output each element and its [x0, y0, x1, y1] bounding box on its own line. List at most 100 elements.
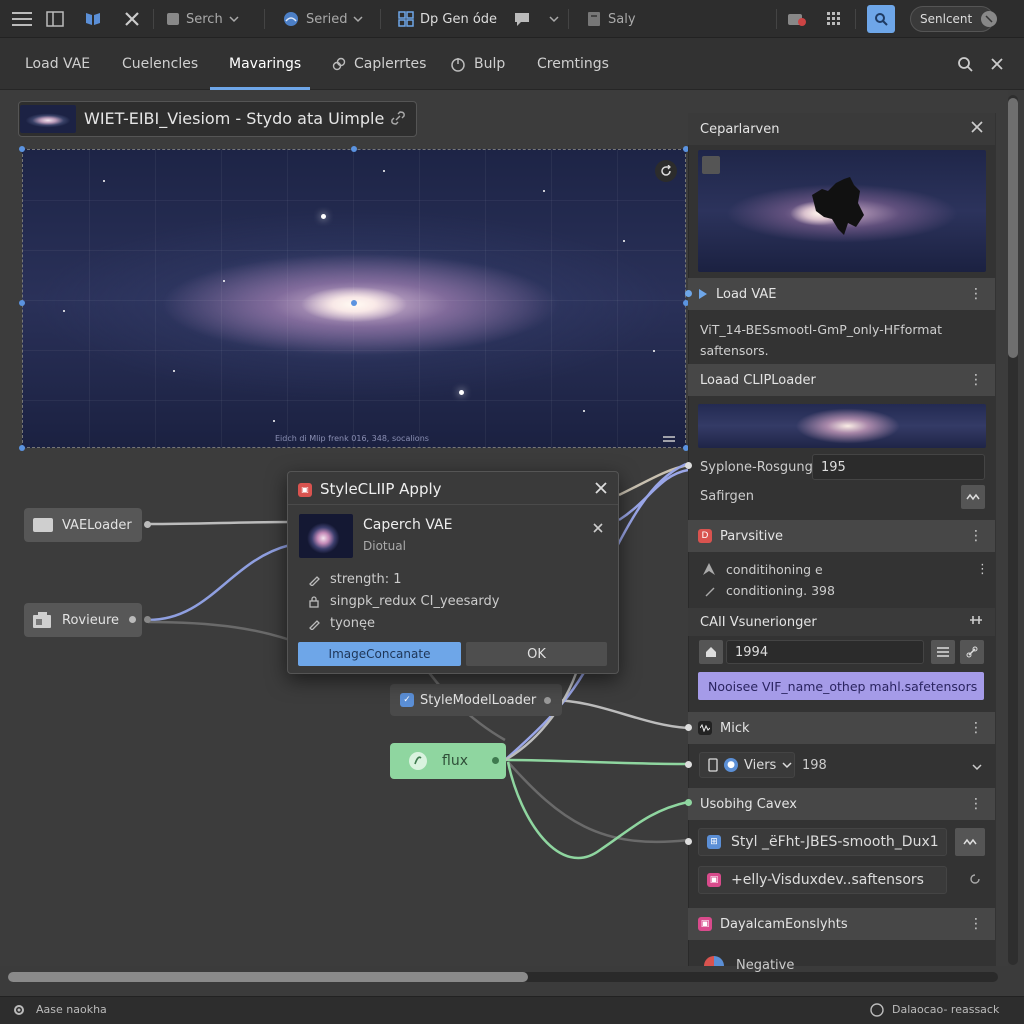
node-box-icon: [32, 517, 54, 533]
image-concatenate-label: ImageConcanate: [328, 647, 431, 661]
list-icon[interactable]: [931, 640, 955, 664]
conditioning-2: conditioning. 398: [726, 583, 835, 598]
image-node-title: WIET-EIBI_Viesiom - Stydo ata Uimple: [84, 109, 385, 128]
dayal-section[interactable]: ▣ DayalcamEonslyhts ⋮: [688, 908, 995, 940]
mick-section[interactable]: Mick ⋮: [688, 712, 995, 744]
resize-icon[interactable]: [969, 614, 983, 630]
strength-row[interactable]: strength: 1: [308, 572, 402, 587]
output-port[interactable]: [144, 616, 151, 623]
ok-button[interactable]: OK: [466, 642, 607, 666]
home-icon[interactable]: [699, 640, 723, 664]
clip-preview-image: [698, 404, 986, 448]
flux-node[interactable]: flux: [390, 743, 506, 779]
panel-header: Ceparlarven: [688, 113, 995, 145]
resize-grip-icon[interactable]: [663, 432, 675, 447]
type-row[interactable]: tyonęe: [308, 616, 375, 631]
load-vae-section[interactable]: Load VAE ⋮: [688, 278, 995, 310]
status-bar: Aase naokha Dalaocao- reassack: [0, 996, 1024, 1024]
negative-label: Negative: [736, 958, 795, 973]
cati-label: CAII Vsunerionger: [700, 614, 817, 630]
kebab-menu-icon[interactable]: ⋮: [969, 286, 983, 302]
flux-model-value: +elly-Visduxdev..saftensors: [731, 872, 924, 888]
kebab-menu-icon[interactable]: ⋮: [969, 720, 983, 736]
output-port[interactable]: [129, 616, 136, 623]
vae-filename: ViT_14-BESsmootl-GmP_only-HFformat safte…: [700, 322, 943, 358]
field1-label: Syplone-Rosgung:: [700, 460, 818, 475]
close-icon[interactable]: [592, 522, 604, 538]
viers-value: 198: [802, 758, 827, 773]
pencil-icon: [308, 618, 320, 630]
node-type-icon: ▣: [298, 481, 312, 497]
preview-label: Rovieure: [62, 612, 120, 628]
panel-header-title: Ceparlarven: [700, 121, 780, 137]
chevron-down-icon[interactable]: [972, 760, 982, 775]
vae-loader-node[interactable]: VAELoader: [24, 508, 142, 542]
type-label: tyonęe: [330, 616, 375, 631]
phone-icon: [708, 758, 718, 772]
link-icon[interactable]: [390, 110, 406, 130]
flux-model-field[interactable]: ▣ +elly-Visduxdev..saftensors: [698, 866, 947, 894]
model-name-value: Nooisee VIF_name_othep mahl.safetensors: [708, 678, 978, 694]
input-port[interactable]: [685, 799, 692, 806]
input-port[interactable]: [685, 290, 692, 297]
refresh-icon[interactable]: [968, 872, 982, 890]
field1-value: 195: [821, 459, 846, 475]
redux-row[interactable]: singpk_redux CI_yeesardy: [308, 594, 499, 609]
link-icon[interactable]: [960, 640, 984, 664]
kebab-menu-icon[interactable]: ⋮: [969, 916, 983, 932]
redux-label: singpk_redux CI_yeesardy: [330, 594, 500, 609]
preview-node[interactable]: Rovieure: [24, 603, 142, 637]
positive-section[interactable]: D Parvsitive ⋮: [688, 520, 995, 552]
wave-icon[interactable]: [955, 828, 985, 856]
checkbox-icon: ✓: [400, 693, 414, 707]
vertical-scroll-thumb[interactable]: [1008, 98, 1018, 358]
dialog-title: StyleCLIIP Apply: [320, 480, 442, 498]
usobihg-section[interactable]: Usobihg Cavex ⋮: [688, 788, 995, 820]
node-type-icon: D: [698, 529, 712, 543]
lock-icon: [308, 595, 320, 608]
style-model-loader-label: StyleModelLoader: [420, 692, 537, 708]
kebab-menu-icon[interactable]: ⋮: [969, 528, 983, 544]
style-clip-apply-dialog[interactable]: ▣ StyleCLIIP Apply Caperch VAE Diotual s…: [287, 471, 619, 674]
globe-icon: ●: [724, 758, 738, 772]
number-input[interactable]: 1994: [726, 640, 924, 664]
status-right-text: Dalaocao- reassack: [892, 1003, 1000, 1016]
gear-icon[interactable]: [12, 1003, 26, 1021]
horizontal-scroll-thumb[interactable]: [8, 972, 528, 982]
clip-loader-section[interactable]: Loaad CLIPLoader ⋮: [688, 364, 995, 396]
chevron-down-icon: [782, 761, 792, 769]
play-icon: [698, 288, 708, 300]
style-model-loader-node[interactable]: ✓ StyleModelLoader: [390, 684, 562, 716]
viers-dropdown[interactable]: ● Viers: [699, 752, 795, 778]
output-port[interactable]: [144, 521, 151, 528]
input-port[interactable]: [685, 838, 692, 845]
output-port[interactable]: [544, 697, 551, 704]
send-icon: [702, 562, 716, 580]
ok-label: OK: [527, 646, 546, 662]
panel-galaxy-preview: [698, 150, 986, 272]
kebab-menu-icon[interactable]: ⋮: [969, 372, 983, 388]
close-icon[interactable]: [594, 481, 608, 499]
field2-label: Safirgen: [700, 489, 755, 504]
refresh-icon[interactable]: [655, 160, 677, 182]
close-icon[interactable]: [971, 121, 983, 137]
negative-icon: [704, 956, 724, 966]
galaxy-preview-image[interactable]: Eidch di Mlip frenk 016, 348, socalions: [22, 149, 686, 448]
dayal-label: DayalcamEonslyhts: [720, 916, 848, 932]
usobihg-label: Usobihg Cavex: [700, 796, 797, 812]
kebab-menu-icon[interactable]: ⋮: [976, 562, 989, 577]
image-concatenate-button[interactable]: ImageConcanate: [298, 642, 461, 666]
style-model-field[interactable]: ⊞ Styl _ëFht-JBES-smooth_Dux1: [698, 828, 947, 856]
wave-icon[interactable]: [961, 485, 985, 509]
output-port[interactable]: [492, 757, 499, 764]
kebab-menu-icon[interactable]: ⋮: [969, 796, 983, 812]
waveform-icon: [698, 721, 712, 735]
cati-section[interactable]: CAII Vsunerionger: [688, 608, 995, 636]
input-port[interactable]: [685, 724, 692, 731]
help-icon[interactable]: [870, 1003, 884, 1021]
input-port[interactable]: [685, 761, 692, 768]
field1-input[interactable]: 195: [812, 454, 985, 480]
status-left-text: Aase naokha: [36, 1003, 107, 1016]
model-name-field[interactable]: Nooisee VIF_name_othep mahl.safetensors: [698, 672, 984, 700]
input-port[interactable]: [685, 462, 692, 469]
